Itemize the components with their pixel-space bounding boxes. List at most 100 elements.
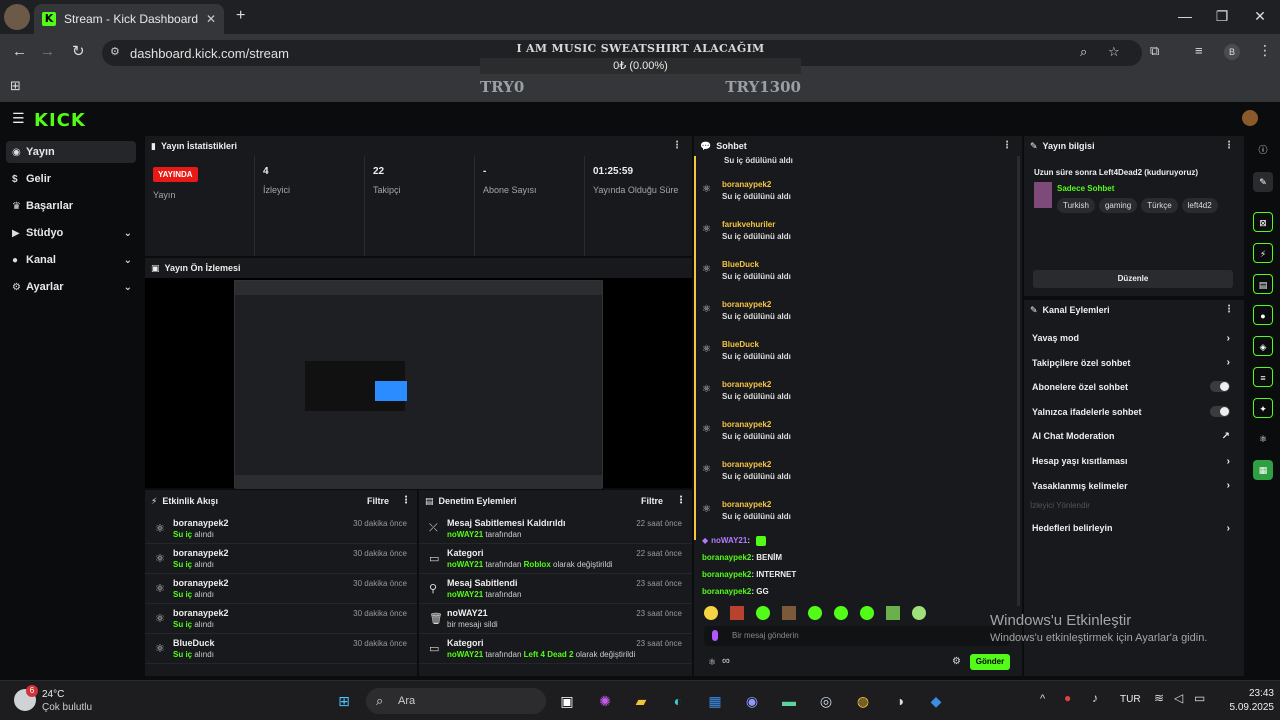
channel-action-1[interactable]: Takipçilere özel sohbet ›	[1024, 351, 1244, 375]
chat-input[interactable]: Bir mesaj gönderin	[704, 626, 1010, 646]
new-tab-icon[interactable]: +	[236, 7, 245, 25]
tray-app-icon[interactable]: ●	[1064, 691, 1071, 705]
activity-row[interactable]: ⚛ boranaypek2 Su iç alındı 30 dakika önce	[145, 514, 417, 544]
activity-filter-button[interactable]: Filtre	[367, 496, 389, 506]
chat-message[interactable]: ◆ noWAY21:	[702, 536, 766, 546]
sidebar-item-3[interactable]: ▶ Stüdyo ⌄	[6, 222, 136, 244]
chat-message[interactable]: boranaypek2: INTERNET	[702, 570, 796, 579]
minimize-icon[interactable]: —	[1175, 8, 1195, 24]
language-indicator[interactable]: TUR	[1120, 694, 1141, 705]
chat-username[interactable]: boranaypek2	[702, 553, 751, 562]
close-window-icon[interactable]: ✕	[1250, 8, 1270, 25]
channel-action-0[interactable]: Yavaş mod ›	[1024, 326, 1244, 350]
discord-icon[interactable]: ◉	[740, 689, 764, 713]
rail-edit-icon[interactable]: ✎	[1253, 172, 1273, 192]
info-menu-icon[interactable]: ⋮	[1224, 140, 1234, 151]
user-avatar[interactable]	[1242, 110, 1258, 126]
chat-redeem-message[interactable]: ⚛ BlueDuck Su iç ödülünü aldı	[702, 256, 1012, 292]
stream-tag[interactable]: left4d2	[1181, 198, 1218, 213]
kick-logo[interactable]: KICK	[34, 110, 86, 131]
edit-button[interactable]: Düzenle	[1033, 270, 1233, 288]
emote-icon[interactable]	[730, 606, 744, 620]
chat-rewards-icon[interactable]: ⚛	[708, 657, 716, 668]
toggle-switch[interactable]	[1210, 381, 1230, 393]
media-icon[interactable]: ≡	[1195, 43, 1203, 58]
moderation-row[interactable]: ⚲ Mesaj Sabitlendi noWAY21 tarafından 23 sa…	[419, 574, 692, 604]
rail-info-icon[interactable]: ⓘ	[1253, 140, 1273, 160]
bookmark-star-icon[interactable]: ☆	[1108, 44, 1120, 60]
roblox-studio-icon[interactable]: ◆	[924, 689, 948, 713]
moderation-row[interactable]: ▭ Kategori noWAY21 tarafından Left 4 Dead …	[419, 634, 692, 664]
moderation-row[interactable]: ▭ Kategori noWAY21 tarafından Roblox olara…	[419, 544, 692, 574]
sidebar-item-4[interactable]: ● Kanal ⌄	[6, 249, 136, 271]
rail-mod-icon[interactable]: ⊠	[1253, 212, 1273, 232]
start-button-icon[interactable]: ⊞	[332, 689, 356, 713]
wifi-icon[interactable]: ≋	[1154, 691, 1164, 705]
mic-icon[interactable]	[712, 630, 718, 641]
close-tab-icon[interactable]: ✕	[206, 12, 216, 26]
rail-doc-icon[interactable]: ▤	[1253, 274, 1273, 294]
chat-username[interactable]: boranaypek2	[722, 420, 771, 429]
clock-date[interactable]: 5.09.2025	[1216, 702, 1275, 713]
task-view-icon[interactable]: ▣	[555, 689, 579, 713]
activity-menu-icon[interactable]: ⋮	[401, 495, 411, 506]
chat-redeem-message[interactable]: ⚛ boranaypek2 Su iç ödülünü aldı	[702, 416, 1012, 452]
battery-icon[interactable]: ▭	[1194, 691, 1205, 705]
profile-button[interactable]: B	[1224, 44, 1240, 60]
mic-tray-icon[interactable]: ♪	[1092, 691, 1098, 705]
rail-chat-icon[interactable]: ●	[1253, 305, 1273, 325]
emote-icon[interactable]	[886, 606, 900, 620]
extensions-icon[interactable]: ⧉	[1150, 43, 1159, 59]
sidebar-item-2[interactable]: ♛ Başarılar	[6, 195, 136, 217]
chat-redeem-message[interactable]: ⚛ BlueDuck Su iç ödülünü aldı	[702, 336, 1012, 372]
maximize-icon[interactable]: ❐	[1212, 8, 1232, 25]
rail-tools-icon[interactable]: ✦	[1253, 398, 1273, 418]
chat-message[interactable]: boranaypek2: BENİM	[702, 553, 782, 562]
edge-icon[interactable]: ◐	[666, 689, 690, 713]
channel-action-4[interactable]: AI Chat Moderation ↗	[1024, 424, 1244, 448]
moderation-row[interactable]: 🗑 noWAY21 bir mesajı sildi 23 saat önce	[419, 604, 692, 634]
copilot-icon[interactable]: ✺	[593, 689, 617, 713]
chat-username[interactable]: boranaypek2	[702, 570, 751, 579]
stream-tag[interactable]: Türkçe	[1141, 198, 1178, 213]
chat-username[interactable]: noWAY21	[711, 536, 747, 545]
reload-icon[interactable]: ↻	[72, 42, 85, 60]
obs-icon[interactable]: ◑	[888, 689, 912, 713]
action-set-target[interactable]: Hedefleri belirleyin ›	[1024, 516, 1244, 540]
chrome-icon[interactable]: ◍	[851, 689, 875, 713]
chat-redeem-message[interactable]: ⚛ farukvehuriler Su iç ödülünü aldı	[702, 216, 1012, 252]
moderation-filter-button[interactable]: Filtre	[641, 496, 663, 506]
chat-menu-icon[interactable]: ⋮	[1002, 140, 1012, 151]
steam-icon[interactable]: ◎	[814, 689, 838, 713]
chat-username[interactable]: boranaypek2	[702, 587, 751, 596]
profile-avatar[interactable]	[4, 4, 30, 30]
infinity-icon[interactable]: ∞	[722, 655, 730, 667]
chat-username[interactable]: boranaypek2	[722, 380, 771, 389]
menu-kebab-icon[interactable]: ⋮	[1258, 42, 1272, 59]
sidebar-item-5[interactable]: ⚙ Ayarlar ⌄	[6, 276, 136, 298]
chat-username[interactable]: boranaypek2	[722, 500, 771, 509]
send-button[interactable]: Gönder	[970, 654, 1010, 670]
chat-username[interactable]: boranaypek2	[722, 300, 771, 309]
chat-username[interactable]: boranaypek2	[722, 460, 771, 469]
app-icon[interactable]: ▬	[777, 689, 801, 713]
zoom-icon[interactable]: ⌕	[1080, 44, 1087, 60]
chat-redeem-message[interactable]: ⚛ boranaypek2 Su iç ödülünü aldı	[702, 456, 1012, 492]
category-name[interactable]: Sadece Sohbet	[1057, 184, 1114, 193]
chat-settings-icon[interactable]: ⚙	[952, 656, 961, 667]
emote-icon[interactable]	[704, 606, 718, 620]
chat-message[interactable]: boranaypek2: GG	[702, 587, 769, 596]
activity-row[interactable]: ⚛ BlueDuck Su iç alındı 30 dakika önce	[145, 634, 417, 664]
rail-active-icon[interactable]: ▦	[1253, 460, 1273, 480]
chat-username[interactable]: BlueDuck	[722, 340, 759, 349]
channel-action-5[interactable]: Hesap yaşı kısıtlaması ›	[1024, 449, 1244, 473]
clock-time[interactable]: 23:43	[1226, 688, 1274, 699]
file-explorer-icon[interactable]: ▰	[629, 689, 653, 713]
volume-icon[interactable]: ◁	[1174, 691, 1183, 705]
site-info-icon[interactable]: ⚙	[110, 45, 120, 58]
preview-video[interactable]	[145, 278, 692, 489]
activity-row[interactable]: ⚛ boranaypek2 Su iç alındı 30 dakika önce	[145, 604, 417, 634]
channel-actions-menu-icon[interactable]: ⋮	[1224, 304, 1234, 315]
forward-icon[interactable]: →	[40, 43, 55, 60]
rail-bolt-icon[interactable]: ⚡	[1253, 243, 1273, 263]
